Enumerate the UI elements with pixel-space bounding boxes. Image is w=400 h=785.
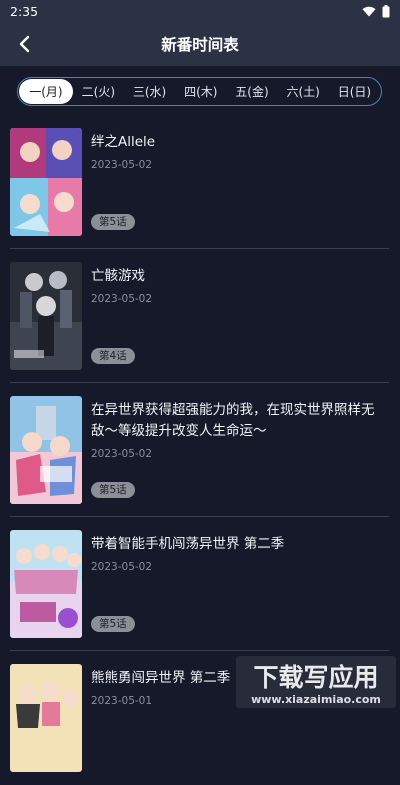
cover-image — [10, 262, 82, 370]
battery-icon — [382, 5, 390, 18]
status-icons — [362, 5, 390, 18]
item-title: 带着智能手机闯荡异世界 第二季 — [91, 534, 387, 555]
item-date: 2023-05-01 — [91, 695, 152, 707]
list-item[interactable]: 亡骸游戏 2023-05-02 第4话 — [10, 249, 389, 383]
chevron-left-icon — [17, 35, 31, 53]
status-bar: 2:35 — [0, 0, 400, 22]
list-item[interactable]: 绊之Allele 2023-05-02 第5话 — [10, 115, 389, 249]
cover-image — [10, 396, 82, 504]
svg-text:www.xiazaimiao.com: www.xiazaimiao.com — [251, 693, 381, 706]
page-title: 新番时间表 — [161, 33, 239, 55]
item-title: 在异世界获得超强能力的我，在现实世界照样无敌～等级提升改变人生命运～ — [91, 400, 387, 442]
tab-wednesday[interactable]: 三(水) — [124, 79, 175, 104]
episode-badge: 第5话 — [91, 616, 135, 632]
tab-sunday[interactable]: 日(日) — [329, 79, 380, 104]
status-time: 2:35 — [10, 4, 38, 19]
item-title: 绊之Allele — [91, 132, 387, 153]
tab-saturday[interactable]: 六(土) — [278, 79, 329, 104]
svg-text:下载写应用: 下载写应用 — [253, 663, 378, 692]
list-item[interactable]: 带着智能手机闯荡异世界 第二季 2023-05-02 第5话 — [10, 517, 389, 651]
tab-tuesday[interactable]: 二(火) — [73, 79, 124, 104]
item-date: 2023-05-02 — [91, 159, 152, 171]
item-date: 2023-05-02 — [91, 561, 152, 573]
item-date: 2023-05-02 — [91, 293, 152, 305]
tab-friday[interactable]: 五(金) — [226, 79, 277, 104]
cover-image — [10, 664, 82, 772]
watermark-logo: 下载写应用 www.xiazaimiao.com — [236, 656, 396, 708]
wifi-icon — [362, 6, 376, 17]
back-button[interactable] — [10, 30, 38, 58]
list-item[interactable]: 在异世界获得超强能力的我，在现实世界照样无敌～等级提升改变人生命运～ 2023-… — [10, 383, 389, 517]
weekday-tabs: 一(月) 二(火) 三(水) 四(木) 五(金) 六(土) 日(日) — [17, 77, 382, 106]
episode-badge: 第5话 — [91, 214, 135, 230]
cover-image — [10, 530, 82, 638]
episode-badge: 第5话 — [91, 482, 135, 498]
episode-badge: 第4话 — [91, 348, 135, 364]
item-title: 亡骸游戏 — [91, 266, 387, 287]
tab-thursday[interactable]: 四(木) — [175, 79, 226, 104]
cover-image — [10, 128, 82, 236]
item-date: 2023-05-02 — [91, 448, 152, 460]
tab-monday[interactable]: 一(月) — [19, 79, 73, 104]
app-bar: 新番时间表 — [0, 22, 400, 66]
